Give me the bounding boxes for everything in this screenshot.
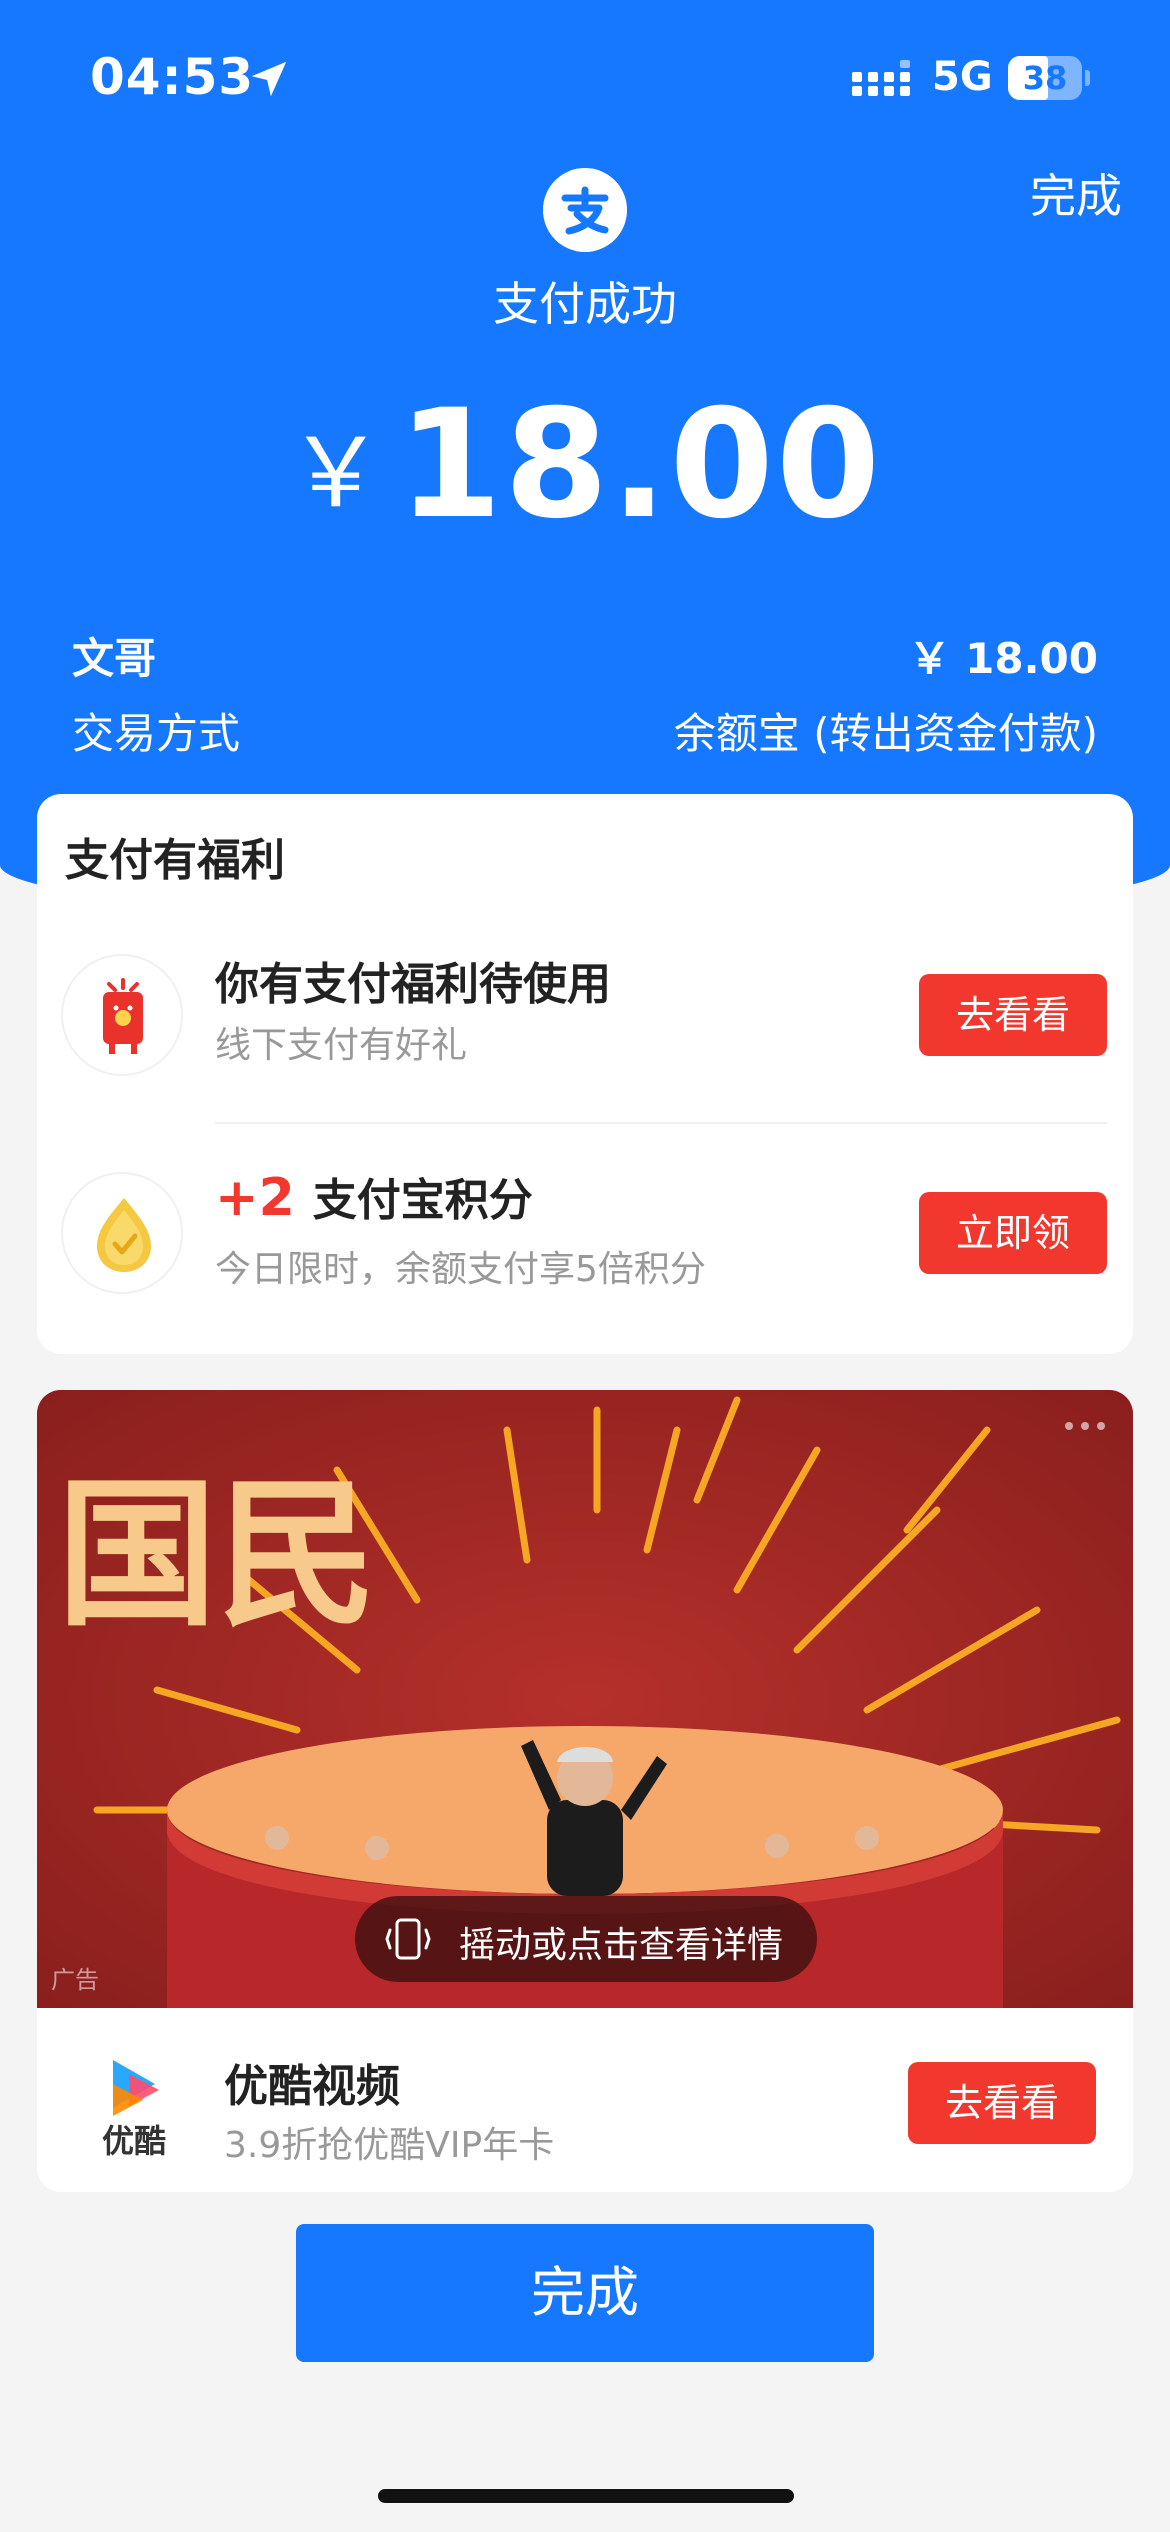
youku-logo-icon — [113, 2060, 159, 2116]
done-button[interactable]: 完成 — [296, 2224, 874, 2362]
shake-hint-text: 摇动或点击查看详情 — [459, 1925, 784, 1966]
payment-status-title: 支付成功 — [493, 277, 677, 331]
benefit-title: +2 支付宝积分 — [215, 1164, 533, 1228]
ad-card[interactable]: 国民 广告 摇动或点击查看详情 优酷 优酷视频 3.9折抢优酷VIP年卡 去看看 — [37, 1390, 1133, 2192]
network-type: 5G — [932, 54, 993, 100]
payee-name: 文哥 — [72, 634, 157, 683]
battery-icon: 38 — [1008, 56, 1090, 100]
points-coin-icon — [61, 1172, 183, 1294]
benefits-card: 支付有福利 你有支付福利待使用 线下支付有好礼 去看看 +2 支付宝积分 今日限时… — [37, 794, 1133, 1354]
points-value: +2 — [215, 1168, 295, 1228]
claim-points-button[interactable]: 立即领 — [919, 1192, 1107, 1274]
payment-method-label: 交易方式 — [72, 709, 241, 758]
youku-logo-label: 优酷 — [101, 2122, 166, 2160]
benefit-subtitle: 今日限时，余额支付享5倍积分 — [215, 1249, 706, 1290]
points-label: 支付宝积分 — [312, 1175, 533, 1226]
phone-shake-icon — [385, 1918, 431, 1960]
payment-method-value: 余额宝 (转出资金付款) — [673, 709, 1098, 758]
amount-currency: ￥ — [287, 417, 384, 529]
cellular-signal-icon — [852, 60, 910, 96]
amount-value: 18.00 — [397, 378, 883, 552]
more-options-icon[interactable] — [1063, 1420, 1107, 1432]
benefit-subtitle: 线下支付有好礼 — [215, 1025, 468, 1066]
ad-app-subtitle: 3.9折抢优酷VIP年卡 — [224, 2125, 555, 2166]
ad-tag: 广告 — [51, 1966, 99, 1994]
benefit-title: 你有支付福利待使用 — [215, 959, 611, 1010]
ad-app-name: 优酷视频 — [224, 2061, 400, 2112]
ad-banner-text: 国民 — [57, 1461, 377, 1648]
status-time: 04:53 — [90, 48, 255, 106]
payee-amount: ￥ 18.00 — [908, 634, 1098, 683]
battery-level: 38 — [1022, 59, 1068, 97]
ad-banner[interactable]: 国民 广告 摇动或点击查看详情 — [37, 1390, 1133, 2008]
divider — [215, 1122, 1107, 1124]
alipay-logo-icon — [543, 168, 627, 252]
shake-hint[interactable]: 摇动或点击查看详情 — [355, 1896, 817, 1982]
red-envelope-icon — [61, 954, 183, 1076]
header-done-button[interactable]: 完成 — [1030, 160, 1122, 226]
payment-amount: ￥18.00 — [0, 378, 1170, 552]
home-indicator[interactable] — [378, 2489, 794, 2503]
ad-view-button[interactable]: 去看看 — [908, 2062, 1096, 2144]
location-arrow-icon — [251, 61, 287, 97]
benefits-title: 支付有福利 — [65, 835, 285, 886]
benefit-view-button[interactable]: 去看看 — [919, 974, 1107, 1056]
